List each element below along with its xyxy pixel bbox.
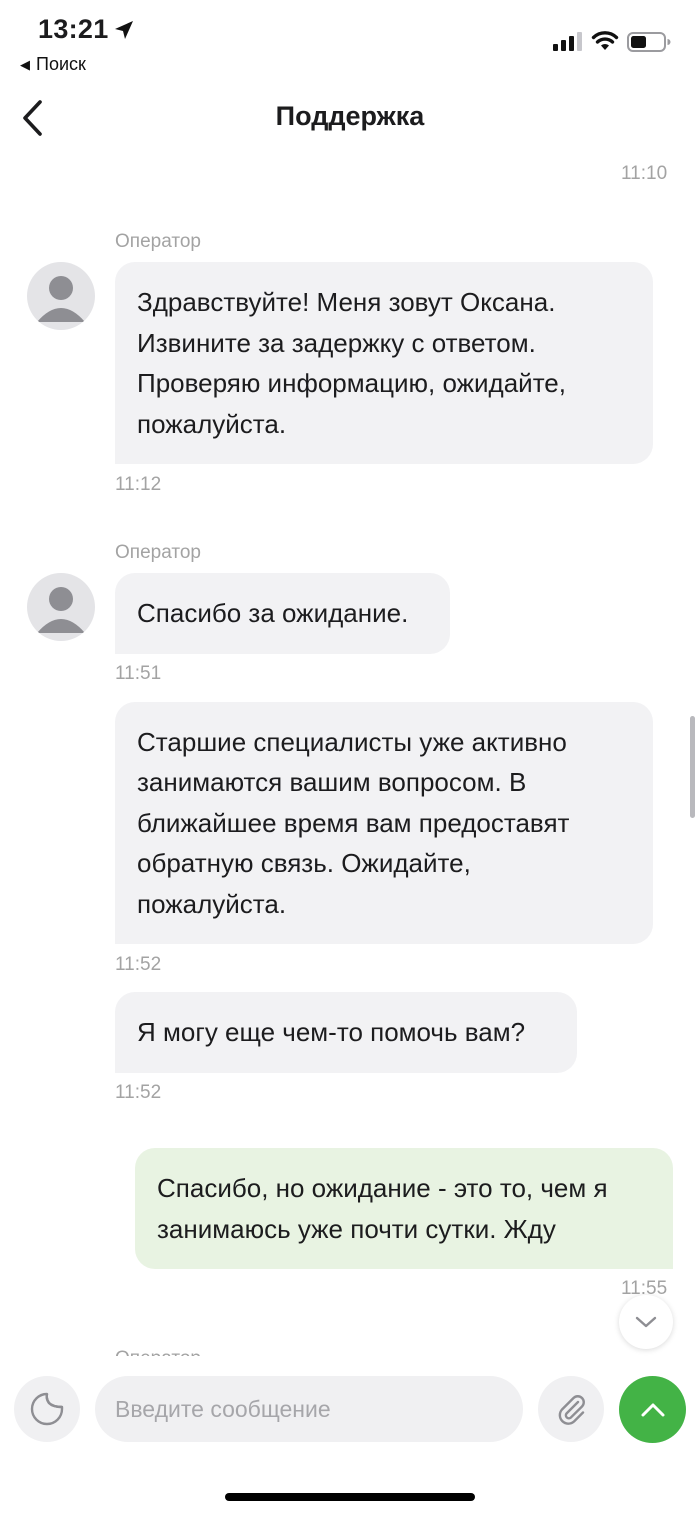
message-time: 11:51: [115, 663, 162, 684]
message-text: Здравствуйте! Меня зовут Оксана. Извинит…: [137, 282, 566, 444]
battery-icon: [627, 32, 671, 52]
message-line: занимаются вашим вопросом. В: [137, 767, 527, 798]
message-line: пожалуйста.: [137, 408, 287, 439]
sender-name: Оператор: [115, 1348, 201, 1356]
message-time: 11:52: [115, 1082, 162, 1103]
send-button[interactable]: [619, 1376, 686, 1443]
message-line: Проверяю информацию, ожидайте,: [137, 368, 566, 398]
incoming-message-bubble[interactable]: Я могу еще чем-то помочь вам?: [115, 992, 577, 1073]
message-input[interactable]: Введите сообщение: [95, 1376, 523, 1442]
back-app-label: Поиск: [36, 54, 86, 74]
message-line: Старшие специалисты уже активно: [137, 726, 567, 757]
scroll-to-bottom-button[interactable]: [619, 1295, 673, 1349]
incoming-message-bubble[interactable]: Старшие специалисты уже активно занимают…: [115, 702, 653, 944]
incoming-message-bubble[interactable]: Здравствуйте! Меня зовут Оксана. Извинит…: [115, 262, 653, 464]
back-triangle-icon: ◀: [20, 57, 30, 72]
operator-avatar: [27, 262, 95, 330]
message-text: Спасибо, но ожидание - это то, чем я зан…: [157, 1168, 608, 1249]
avatar-icon: [27, 262, 95, 330]
attach-button[interactable]: [538, 1376, 604, 1442]
chevron-down-icon: [635, 1316, 657, 1328]
message-time: 11:12: [115, 474, 162, 495]
signal-icon: [553, 32, 582, 51]
message-line: Спасибо за ожидание.: [137, 598, 409, 629]
back-to-app-link[interactable]: ◀ Поиск: [20, 54, 86, 75]
paperclip-icon: [558, 1395, 585, 1425]
sender-name: Оператор: [115, 231, 201, 252]
sender-name: Оператор: [115, 542, 201, 563]
message-input-placeholder: Введите сообщение: [115, 1395, 331, 1422]
page-title: Поддержка: [275, 101, 425, 131]
arrow-up-icon: [641, 1403, 664, 1416]
message-text: Старшие специалисты уже активно занимают…: [137, 722, 569, 925]
message-time: 11:52: [115, 954, 162, 975]
incoming-message-bubble[interactable]: Спасибо за ожидание.: [115, 573, 450, 654]
message-line: Здравствуйте! Меня зовут Оксана.: [137, 287, 556, 317]
outgoing-message-bubble[interactable]: Спасибо, но ожидание - это то, чем я зан…: [135, 1148, 673, 1269]
sticker-button[interactable]: [14, 1376, 80, 1442]
scrollbar[interactable]: [690, 716, 695, 818]
message-line: Извините за задержку с ответом.: [137, 327, 536, 358]
message-time: 11:10: [621, 163, 668, 184]
message-line: пожалуйста.: [137, 888, 287, 919]
home-indicator[interactable]: [225, 1493, 475, 1501]
message-line: ближайшее время вам предоставят: [137, 807, 570, 838]
message-line: Я могу еще чем-то помочь вам?: [137, 1017, 526, 1048]
message-text: Спасибо за ожидание.: [137, 593, 408, 634]
status-time: 13:21: [38, 14, 109, 44]
avatar-icon: [27, 573, 95, 641]
sticker-icon: [30, 1392, 64, 1426]
wifi-icon: [591, 31, 619, 50]
message-text: Я могу еще чем-то помочь вам?: [137, 1012, 525, 1053]
message-line: занимаюсь уже почти сутки. Жду: [157, 1213, 556, 1244]
location-arrow-icon: [115, 21, 133, 39]
message-line: обратную связь. Ожидайте,: [137, 848, 471, 879]
operator-avatar: [27, 573, 95, 641]
message-line: Спасибо, но ожидание - это то, чем я: [157, 1173, 608, 1203]
